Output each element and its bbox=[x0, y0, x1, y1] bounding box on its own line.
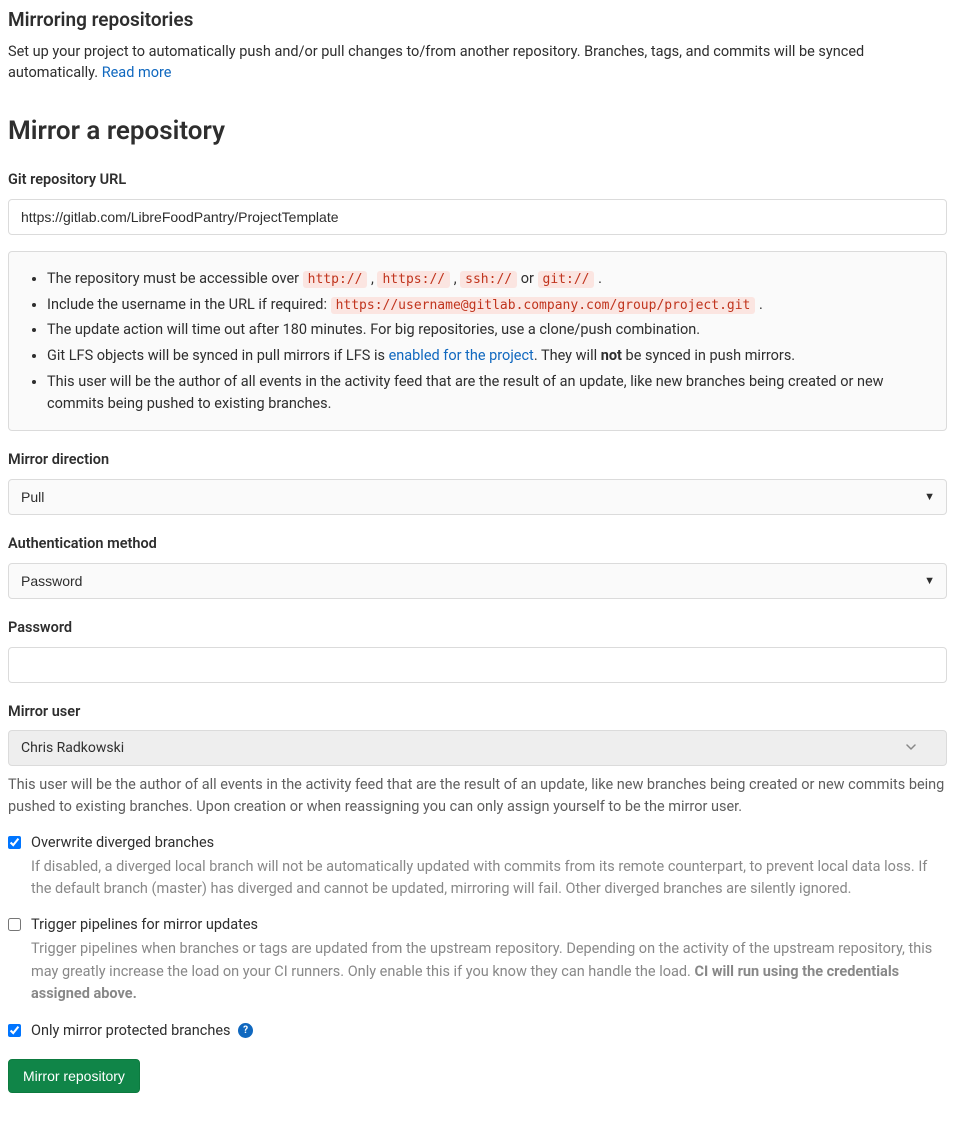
read-more-link[interactable]: Read more bbox=[102, 64, 172, 81]
trigger-pipelines-checkbox[interactable] bbox=[8, 918, 21, 931]
page-title: Mirroring repositories bbox=[8, 6, 947, 35]
code-git: git:// bbox=[538, 271, 595, 288]
protected-branches-label: Only mirror protected branches ? bbox=[31, 1020, 253, 1042]
mirror-user-dropdown[interactable]: Chris Radkowski bbox=[8, 730, 947, 766]
help-item-lfs: Git LFS objects will be synced in pull m… bbox=[47, 345, 930, 367]
overwrite-label: Overwrite diverged branches bbox=[31, 832, 947, 854]
help-item-username: Include the username in the URL if requi… bbox=[47, 294, 930, 316]
section-title: Mirror a repository bbox=[8, 112, 947, 151]
chevron-down-icon bbox=[906, 738, 916, 759]
overwrite-desc: If disabled, a diverged local branch wil… bbox=[31, 856, 947, 901]
page-desc: Set up your project to automatically pus… bbox=[8, 41, 947, 85]
lfs-enabled-link[interactable]: enabled for the project bbox=[389, 347, 534, 364]
trigger-pipelines-label: Trigger pipelines for mirror updates bbox=[31, 914, 947, 936]
help-icon[interactable]: ? bbox=[238, 1023, 253, 1038]
direction-label: Mirror direction bbox=[8, 449, 947, 471]
help-item-protocols: The repository must be accessible over h… bbox=[47, 268, 930, 290]
git-url-input[interactable] bbox=[8, 199, 947, 235]
password-label: Password bbox=[8, 617, 947, 639]
code-https: https:// bbox=[377, 271, 450, 288]
help-item-author: This user will be the author of all even… bbox=[47, 371, 930, 415]
auth-select[interactable]: Password bbox=[8, 563, 947, 599]
trigger-pipelines-desc: Trigger pipelines when branches or tags … bbox=[31, 938, 947, 1005]
user-label: Mirror user bbox=[8, 701, 947, 723]
help-item-timeout: The update action will time out after 18… bbox=[47, 319, 930, 341]
help-box: The repository must be accessible over h… bbox=[8, 251, 947, 432]
code-url-example: https://username@gitlab.company.com/grou… bbox=[331, 297, 756, 314]
overwrite-checkbox[interactable] bbox=[8, 836, 21, 849]
code-http: http:// bbox=[303, 271, 368, 288]
mirror-user-value: Chris Radkowski bbox=[21, 738, 124, 759]
auth-label: Authentication method bbox=[8, 533, 947, 555]
mirror-repository-button[interactable]: Mirror repository bbox=[8, 1059, 140, 1093]
direction-select[interactable]: Pull bbox=[8, 479, 947, 515]
url-label: Git repository URL bbox=[8, 169, 947, 191]
protected-branches-checkbox[interactable] bbox=[8, 1024, 21, 1037]
password-input[interactable] bbox=[8, 647, 947, 683]
mirror-user-note: This user will be the author of all even… bbox=[8, 774, 947, 818]
code-ssh: ssh:// bbox=[460, 271, 517, 288]
